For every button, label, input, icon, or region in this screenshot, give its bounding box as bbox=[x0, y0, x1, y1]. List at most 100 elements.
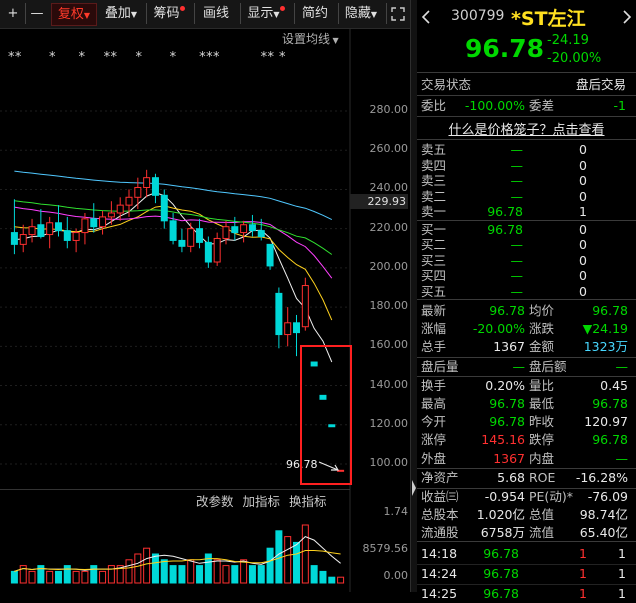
candle-body bbox=[46, 222, 54, 236]
stat-value: ▼24.19 bbox=[582, 321, 628, 337]
stat-label: 流值 bbox=[529, 525, 555, 541]
volume-bar bbox=[151, 553, 159, 584]
stat-label: ROE bbox=[529, 469, 556, 485]
price-tick-label: 100.00 bbox=[369, 456, 409, 469]
volume-bar bbox=[337, 576, 345, 584]
change-params-link[interactable]: 改参数 bbox=[196, 494, 234, 509]
buy-price: 96.78 bbox=[487, 221, 523, 237]
sell-price: 96.78 bbox=[487, 204, 523, 219]
switch-indicator-link[interactable]: 换指标 bbox=[289, 494, 327, 509]
buy-level-label: 买三 bbox=[421, 252, 447, 268]
volume-bar bbox=[169, 565, 177, 584]
tick-volume: 1 bbox=[579, 586, 587, 601]
candle-body bbox=[160, 194, 168, 222]
sell-row[interactable]: 卖三 — 0 bbox=[417, 173, 636, 188]
stat-value: -16.28% bbox=[575, 469, 628, 485]
sell-qty: 0 bbox=[579, 188, 587, 204]
price-cage-link[interactable]: 什么是价格笼子？点击查看 bbox=[417, 119, 636, 138]
divider bbox=[417, 95, 636, 96]
sell-level-label: 卖一 bbox=[421, 204, 447, 219]
vol-tick-top: 1.74 bbox=[383, 505, 409, 518]
stat-value: -76.09 bbox=[587, 489, 628, 504]
stat-value: 1367 bbox=[493, 450, 525, 466]
stat-row: 总股本 1.020亿 总值 98.74亿 bbox=[417, 506, 636, 524]
stat-label: 总值 bbox=[529, 507, 555, 523]
stat-value: -0.954 bbox=[484, 489, 525, 504]
stat-value: 96.78 bbox=[489, 396, 525, 411]
stat-label: 最高 bbox=[421, 396, 447, 411]
candle-body bbox=[90, 218, 98, 228]
stat-label: 总手 bbox=[421, 339, 447, 355]
volume-bar bbox=[72, 570, 80, 584]
notification-dot-icon bbox=[279, 6, 285, 11]
stat-row: 涨停 145.16 跌停 96.78 bbox=[417, 431, 636, 449]
buy-row[interactable]: 买四 — 0 bbox=[417, 268, 636, 283]
candle-body bbox=[19, 234, 27, 245]
chevron-left-icon[interactable] bbox=[421, 10, 431, 24]
buy-price: — bbox=[510, 268, 524, 283]
buy-row[interactable]: 买五 — 0 bbox=[417, 284, 636, 299]
volume-bar bbox=[160, 559, 168, 584]
highlight-box bbox=[300, 345, 352, 485]
stat-label: 盘后量 bbox=[421, 358, 459, 374]
sell-row[interactable]: 卖四 — 0 bbox=[417, 158, 636, 173]
candle-body bbox=[266, 243, 274, 267]
stat-label: 涨幅 bbox=[421, 321, 447, 337]
tick-volume: 1 bbox=[579, 566, 587, 581]
add-indicator-link[interactable]: 加指标 bbox=[243, 494, 281, 509]
divider bbox=[417, 139, 636, 140]
candle-body bbox=[275, 292, 283, 336]
candle-body bbox=[196, 228, 204, 243]
diejia-label: 叠加 bbox=[104, 6, 131, 21]
stat-value: 1323万 bbox=[583, 339, 628, 355]
volume-bar bbox=[213, 559, 221, 584]
sell-row[interactable]: 卖一 96.78 1 bbox=[417, 204, 636, 219]
xianshi-dropdown[interactable]: 显示▼ bbox=[240, 3, 291, 24]
sell-level-label: 卖三 bbox=[421, 173, 447, 188]
candle-body bbox=[143, 177, 151, 188]
zoom-in-button[interactable]: + bbox=[2, 3, 24, 24]
buy-row[interactable]: 买三 — 0 bbox=[417, 253, 636, 268]
stat-value: 96.78 bbox=[592, 303, 628, 318]
stat-value: 96.78 bbox=[489, 303, 525, 318]
jianyue-button[interactable]: 简约 bbox=[294, 3, 335, 24]
buy-qty: 0 bbox=[579, 268, 587, 283]
tick-count: 1 bbox=[618, 566, 626, 581]
stat-label: 盘后额 bbox=[529, 358, 567, 374]
stat-row: 今开 96.78 昨收 120.97 bbox=[417, 413, 636, 431]
huaxian-button[interactable]: 画线 bbox=[194, 3, 237, 24]
stat-value: 96.78 bbox=[592, 396, 628, 411]
sell-row[interactable]: 卖二 — 0 bbox=[417, 189, 636, 204]
volume-bar bbox=[63, 565, 71, 584]
volume-bar bbox=[54, 570, 62, 584]
sell-qty: 0 bbox=[579, 157, 587, 173]
current-price-tag: 229.93 bbox=[350, 194, 408, 209]
buy-row[interactable]: 买二 — 0 bbox=[417, 237, 636, 252]
tick-row: 14:18 96.78 1 1 bbox=[417, 545, 636, 563]
stat-label: 金额 bbox=[529, 339, 555, 355]
buy-row[interactable]: 买一 96.78 0 bbox=[417, 222, 636, 237]
stat-label: 涨停 bbox=[421, 432, 447, 448]
tick-row: 14:24 96.78 1 1 bbox=[417, 565, 636, 583]
volume-bar bbox=[301, 524, 309, 584]
kline-chart[interactable]: 设置均线 ▼ ** * * ** * * *** ** * 280.00 260.… bbox=[0, 28, 410, 592]
chouma-button[interactable]: 筹码 bbox=[146, 3, 191, 24]
stat-label: 流通股 bbox=[421, 525, 459, 541]
stat-label: 换手 bbox=[421, 377, 447, 393]
price-tick-label: 200.00 bbox=[369, 259, 409, 273]
sell-row[interactable]: 卖五 — 0 bbox=[417, 142, 636, 157]
stat-label: 量比 bbox=[529, 377, 555, 393]
candle-body bbox=[28, 226, 36, 236]
stat-label: 外盘 bbox=[421, 450, 447, 466]
stat-label: 均价 bbox=[529, 303, 555, 318]
volume-bar bbox=[231, 565, 239, 584]
yincang-dropdown[interactable]: 隐藏▼ bbox=[338, 3, 383, 24]
zoom-out-button[interactable]: — bbox=[25, 3, 48, 24]
stat-row: 净资产 5.68 ROE -16.28% bbox=[417, 469, 636, 487]
stat-value: 6758万 bbox=[480, 525, 525, 541]
diejia-dropdown[interactable]: 叠加▼ bbox=[100, 3, 142, 24]
fuquan-dropdown[interactable]: 复权▼ bbox=[51, 3, 97, 26]
fullscreen-button[interactable] bbox=[386, 3, 409, 24]
chevron-right-icon[interactable] bbox=[622, 10, 632, 24]
stat-label: 跌停 bbox=[529, 432, 555, 448]
